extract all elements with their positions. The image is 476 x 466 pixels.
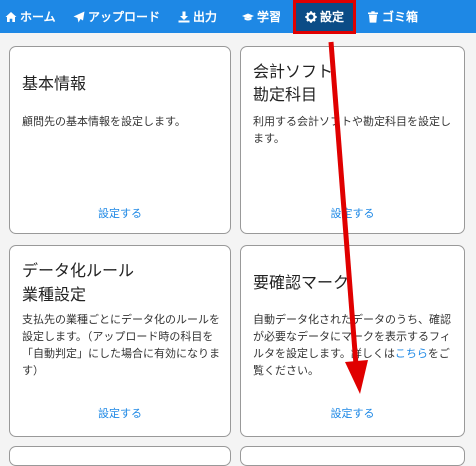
card-description: 利用する会計ソフトや勘定科目を設定します。: [253, 115, 451, 145]
home-icon: [5, 11, 17, 23]
trash-icon: [367, 10, 379, 23]
card-settings-link[interactable]: 設定する: [241, 205, 464, 221]
card-partial: [240, 446, 465, 466]
nav-item-upload[interactable]: アップロード: [73, 0, 160, 33]
card-data-rules: データ化ルール 業種設定 支払先の業種ごとにデータ化のルールを設定します。（アッ…: [9, 245, 231, 437]
card-settings-link[interactable]: 設定する: [10, 205, 230, 221]
nav-item-learning[interactable]: 学習: [242, 0, 281, 33]
card-description: 支払先の業種ごとにデータ化のルールを設定します。（アップロード時の科目を「自動判…: [22, 313, 220, 377]
nav-item-home[interactable]: ホーム: [5, 0, 56, 33]
paper-plane-icon: [73, 11, 85, 23]
card-title-line2: 勘定科目: [253, 85, 318, 104]
details-link[interactable]: こちら: [395, 347, 428, 360]
nav-item-label: 出力: [193, 10, 218, 24]
card-basic-info: 基本情報 顧問先の基本情報を設定します。 設定する: [9, 46, 231, 234]
nav-item-label: ゴミ箱: [382, 10, 419, 24]
nav-item-output[interactable]: 出力: [178, 0, 217, 33]
card-description: 顧問先の基本情報を設定します。: [22, 115, 186, 128]
gear-icon: [305, 10, 317, 23]
top-nav-bar: ホーム アップロード 出力 学習 設定 ゴミ箱: [0, 0, 476, 33]
card-description: 自動データ化されたデータのうち、確認が必要なデータにマークを表示するフィルタを設…: [253, 311, 454, 379]
graduation-cap-icon: [242, 11, 254, 23]
card-partial: [9, 446, 231, 466]
nav-item-label: 学習: [257, 10, 282, 24]
nav-item-trash[interactable]: ゴミ箱: [367, 0, 418, 33]
card-settings-link[interactable]: 設定する: [241, 405, 464, 421]
nav-item-label: ホーム: [20, 10, 56, 24]
card-title-line2: 業種設定: [22, 285, 87, 304]
card-title: 会計ソフト: [253, 62, 334, 81]
card-settings-link[interactable]: 設定する: [10, 405, 230, 421]
card-title: 基本情報: [22, 74, 87, 93]
nav-item-settings[interactable]: 設定: [296, 0, 353, 33]
card-review-mark: 要確認マーク 自動データ化されたデータのうち、確認が必要なデータにマークを表示す…: [240, 245, 465, 437]
download-icon: [178, 11, 190, 23]
card-title: 要確認マーク: [253, 273, 350, 292]
card-accounting-software: 会計ソフト 勘定科目 利用する会計ソフトや勘定科目を設定します。 設定する: [240, 46, 465, 234]
card-title: データ化ルール: [22, 261, 135, 280]
nav-item-label: アップロード: [88, 10, 161, 24]
nav-item-label: 設定: [319, 10, 344, 24]
